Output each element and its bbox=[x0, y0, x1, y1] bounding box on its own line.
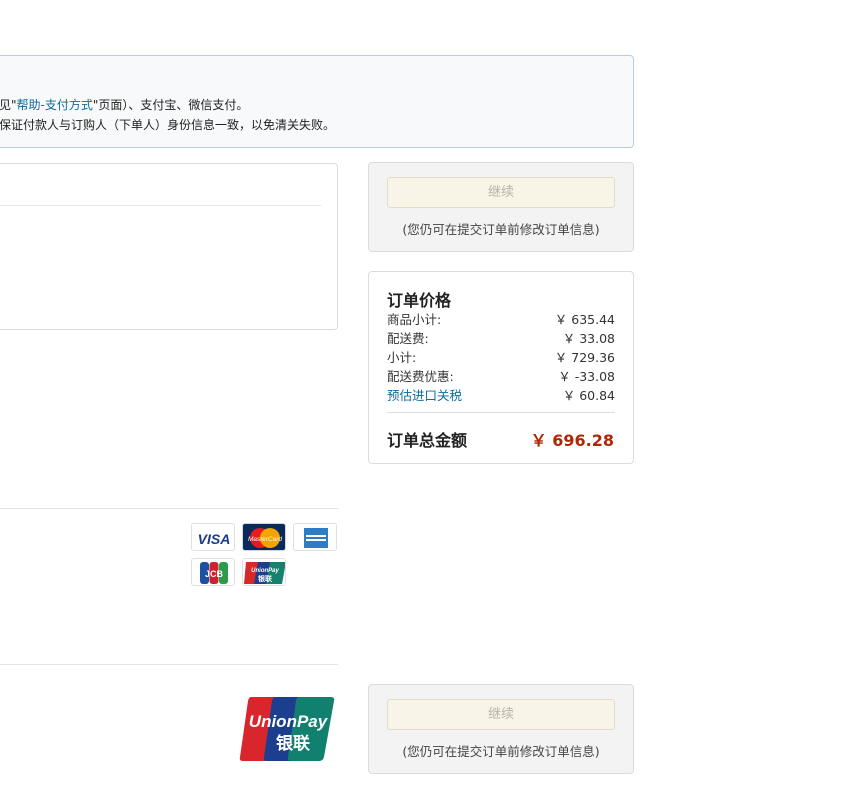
continue-panel-bottom: 继续 (您仍可在提交订单前修改订单信息) bbox=[368, 684, 634, 774]
divider bbox=[0, 205, 321, 206]
price-label: 配送费: bbox=[387, 331, 429, 346]
price-label: 小计: bbox=[387, 350, 417, 365]
shipping-summary-box bbox=[0, 163, 338, 330]
continue-panel-top: 继续 (您仍可在提交订单前修改订单信息) bbox=[368, 162, 634, 252]
mastercard-icon: MasterCard bbox=[242, 523, 286, 551]
import-duty-link[interactable]: 预估进口关税 bbox=[387, 385, 462, 404]
info-text: "页面）、支付宝、微信支付。 bbox=[92, 98, 249, 112]
order-price-title: 订单价格 bbox=[387, 291, 452, 310]
divider bbox=[0, 664, 338, 665]
order-price-box: 订单价格 商品小计: ￥ 635.44 配送费: ￥ 33.08 小计: ￥ 7… bbox=[368, 271, 634, 464]
amex-card-icon bbox=[293, 523, 337, 551]
order-total-label: 订单总金额 bbox=[387, 431, 468, 450]
payment-info-line-2: 保证付款人与订购人（下单人）身份信息一致，以免清关失败。 bbox=[0, 118, 336, 132]
continue-button[interactable]: 继续 bbox=[387, 177, 615, 208]
price-row-import-duty: 预估进口关税 ￥ 60.84 bbox=[387, 385, 615, 404]
price-value: ￥ -33.08 bbox=[558, 369, 615, 384]
price-label: 配送费优惠: bbox=[387, 369, 454, 384]
price-value: ￥ 729.36 bbox=[554, 350, 615, 365]
divider bbox=[387, 412, 615, 413]
price-value: ￥ 33.08 bbox=[562, 331, 615, 346]
price-value: ￥ 635.44 bbox=[554, 312, 615, 327]
divider bbox=[0, 508, 338, 509]
unionpay-text: UnionPay bbox=[251, 568, 279, 574]
price-label: 商品小计: bbox=[387, 312, 442, 327]
jcb-text: JCB bbox=[205, 569, 224, 579]
price-row-shipping: 配送费: ￥ 33.08 bbox=[387, 328, 615, 347]
info-text: 见" bbox=[0, 98, 17, 112]
jcb-card-icon: JCB bbox=[191, 558, 235, 586]
unionpay-card-icon: UnionPay 银联 bbox=[242, 558, 286, 586]
unionpay-logo-text: UnionPay bbox=[249, 712, 329, 731]
continue-note: (您仍可在提交订单前修改订单信息) bbox=[402, 744, 600, 759]
unionpay-logo-cn-text: 银联 bbox=[276, 733, 310, 754]
continue-button[interactable]: 继续 bbox=[387, 699, 615, 730]
visa-card-icon: VISA bbox=[191, 523, 235, 551]
payment-info-line-1: 见"帮助-支付方式"页面）、支付宝、微信支付。 bbox=[0, 96, 248, 113]
price-row-subtotal: 商品小计: ￥ 635.44 bbox=[387, 309, 615, 328]
order-total-value: ￥ 696.28 bbox=[530, 431, 614, 450]
price-row-shipping-discount: 配送费优惠: ￥ -33.08 bbox=[387, 366, 615, 385]
visa-text: VISA bbox=[198, 531, 231, 547]
mastercard-text: MasterCard bbox=[248, 536, 282, 543]
price-row-subtotal-2: 小计: ￥ 729.36 bbox=[387, 347, 615, 366]
unionpay-cn-text: 银联 bbox=[258, 574, 273, 583]
help-payment-link[interactable]: 帮助-支付方式 bbox=[17, 98, 93, 112]
price-value: ￥ 60.84 bbox=[562, 388, 615, 403]
payment-info-box: 见"帮助-支付方式"页面）、支付宝、微信支付。 保证付款人与订购人（下单人）身份… bbox=[0, 55, 634, 148]
unionpay-logo-icon: UnionPay 银联 bbox=[239, 697, 335, 761]
continue-note: (您仍可在提交订单前修改订单信息) bbox=[402, 222, 600, 237]
